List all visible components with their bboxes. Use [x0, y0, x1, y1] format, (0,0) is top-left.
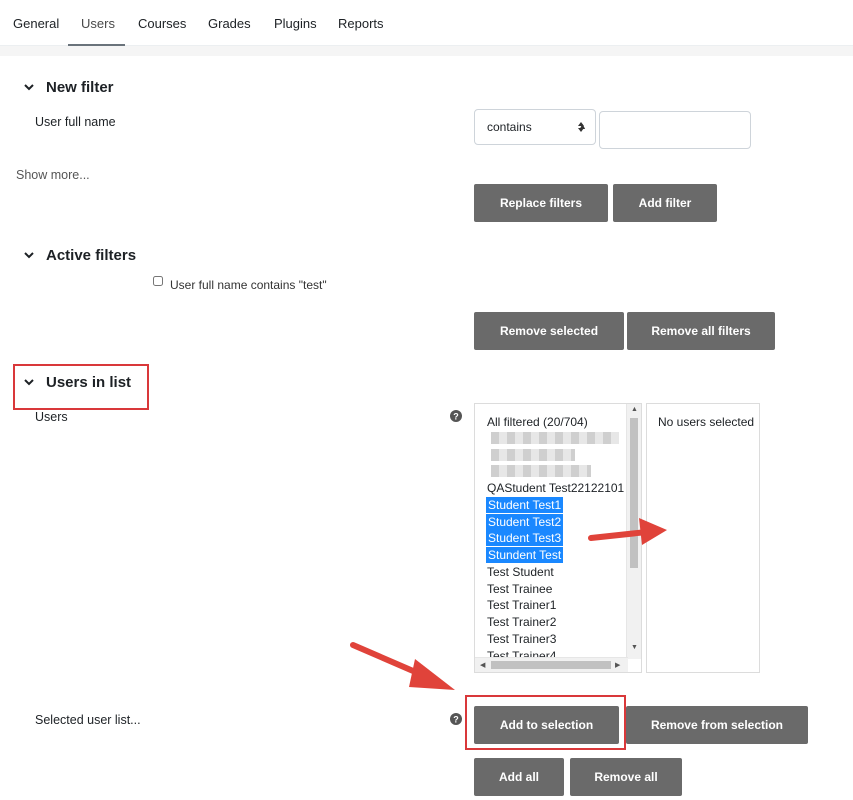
show-more-link[interactable]: Show more...	[16, 168, 90, 182]
users-in-list-heading[interactable]: Users in list	[46, 374, 131, 391]
blurred-name	[491, 432, 619, 444]
help-icon[interactable]: ?	[450, 410, 462, 422]
list-item[interactable]: Test Trainer2	[487, 614, 556, 630]
tab-users[interactable]: Users	[81, 16, 115, 31]
list-item[interactable]: QAStudent Test22122101	[487, 480, 624, 496]
svg-text:?: ?	[453, 412, 459, 422]
add-to-selection-button[interactable]: Add to selection	[474, 706, 619, 744]
remove-from-selection-button[interactable]: Remove from selection	[626, 706, 808, 744]
user-full-name-label: User full name	[35, 115, 116, 129]
new-filter-heading[interactable]: New filter	[46, 79, 114, 96]
list-item[interactable]: Stundent Test	[486, 547, 564, 563]
add-filter-button[interactable]: Add filter	[613, 184, 717, 222]
active-filter-label: User full name contains "test"	[170, 278, 327, 292]
active-filter-checkbox[interactable]	[153, 276, 163, 286]
list-item[interactable]: All filtered (20/704)	[487, 414, 588, 430]
tab-courses[interactable]: Courses	[138, 16, 186, 31]
scrollbar-thumb[interactable]	[491, 661, 611, 669]
list-item[interactable]: Student Test1	[486, 497, 564, 513]
no-users-selected-text: No users selected	[658, 415, 755, 429]
scroll-right-icon[interactable]: ▶	[615, 661, 620, 669]
list-item[interactable]: Test Trainer1	[487, 597, 556, 613]
svg-text:?: ?	[453, 715, 459, 725]
selected-user-list-label: Selected user list...	[35, 713, 141, 727]
tab-general[interactable]: General	[13, 16, 59, 31]
tab-bar: General Users Courses Grades Plugins Rep…	[0, 0, 853, 46]
list-item[interactable]: Student Test3	[486, 530, 564, 546]
add-all-button[interactable]: Add all	[474, 758, 564, 796]
scroll-up-icon[interactable]: ▲	[631, 406, 638, 413]
tab-grades[interactable]: Grades	[208, 16, 251, 31]
remove-selected-button[interactable]: Remove selected	[474, 312, 624, 350]
chevron-down-icon[interactable]	[23, 249, 35, 261]
blurred-name	[491, 465, 591, 477]
list-item[interactable]: Test Student	[487, 564, 554, 580]
annotation-arrow-down-right-icon	[350, 642, 455, 690]
help-icon[interactable]: ?	[450, 713, 462, 725]
users-label: Users	[35, 410, 68, 424]
chevron-down-icon[interactable]	[23, 81, 35, 93]
filter-value-input[interactable]	[599, 111, 751, 149]
tab-plugins[interactable]: Plugins	[274, 16, 317, 31]
replace-filters-button[interactable]: Replace filters	[474, 184, 608, 222]
remove-all-button[interactable]: Remove all	[570, 758, 682, 796]
list-item[interactable]: Student Test2	[486, 514, 564, 530]
annotation-arrow-right-icon	[588, 518, 667, 545]
chevron-down-icon[interactable]	[23, 376, 35, 388]
list-item[interactable]: Test Trainer3	[487, 631, 556, 647]
scroll-left-icon[interactable]: ◀	[480, 661, 485, 669]
sort-arrows-icon	[578, 122, 584, 132]
active-filters-heading[interactable]: Active filters	[46, 247, 136, 264]
remove-all-filters-button[interactable]: Remove all filters	[627, 312, 775, 350]
scroll-down-icon[interactable]: ▼	[631, 644, 638, 651]
blurred-name	[491, 449, 575, 461]
list-item[interactable]: Test Trainee	[487, 581, 552, 597]
horizontal-scrollbar[interactable]: ◀ ▶	[475, 657, 628, 672]
tab-reports[interactable]: Reports	[338, 16, 384, 31]
active-tab-indicator	[68, 44, 125, 46]
